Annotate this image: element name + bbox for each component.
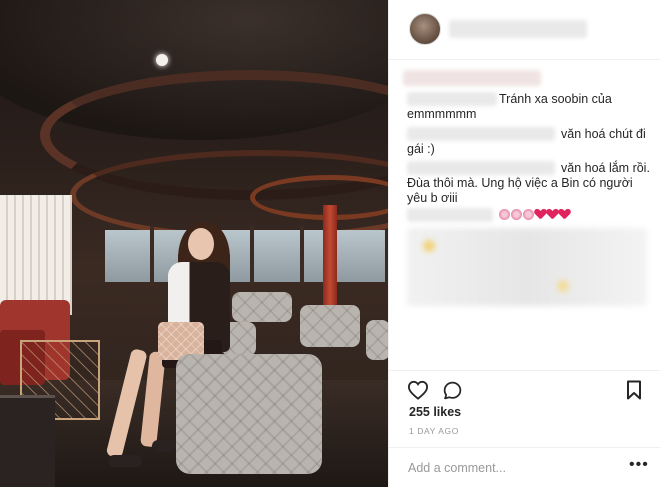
post-timestamp[interactable]: 1 DAY AGO <box>409 426 459 436</box>
post-header <box>389 0 660 60</box>
username-redacted[interactable] <box>449 20 587 38</box>
photo-window <box>105 230 385 282</box>
emoji-icon <box>423 240 435 252</box>
photo-person-face <box>188 228 214 260</box>
comment-author-redacted[interactable] <box>407 127 555 141</box>
flower-icon <box>523 209 534 220</box>
comment-author-redacted[interactable] <box>407 92 497 106</box>
comment-text: văn hoá chút đi <box>561 127 646 141</box>
comment-text: emmmmmm <box>407 107 477 121</box>
photo-person-shoe <box>152 440 176 452</box>
photo-person-shoe <box>108 455 142 467</box>
like-heart-icon[interactable] <box>405 377 431 403</box>
photo-lamp <box>156 54 168 66</box>
avatar[interactable] <box>409 13 441 45</box>
flower-icon <box>499 209 510 220</box>
post-side-panel: Tránh xa soobin của emmmmmm văn hoá chút… <box>388 0 660 487</box>
comment-author-redacted[interactable] <box>407 208 493 222</box>
flower-icon <box>511 209 522 220</box>
comment-text: Đùa thôi mà. Ung hộ việc a Bin có người <box>407 176 633 190</box>
comment-text: văn hoá lắm rồi. <box>561 161 650 175</box>
photo-wall-panel <box>0 195 72 315</box>
add-comment-bar: ••• <box>389 447 660 487</box>
comment-emoji-row <box>499 209 570 220</box>
emoji-icon <box>557 280 569 292</box>
comment-bubble-icon[interactable] <box>439 377 465 403</box>
photo-armchair <box>176 354 322 474</box>
heart-icon <box>559 209 570 220</box>
comment-redacted <box>403 70 541 86</box>
bookmark-icon[interactable] <box>621 377 647 403</box>
photo-window-bar <box>300 226 304 286</box>
more-options-icon[interactable]: ••• <box>629 456 649 474</box>
photo-table <box>0 395 55 487</box>
photo-chair <box>232 292 292 322</box>
heart-icon <box>547 209 558 220</box>
post-photo[interactable] <box>0 0 388 487</box>
heart-icon <box>535 209 546 220</box>
likes-count[interactable]: 255 likes <box>409 405 461 419</box>
photo-chair <box>300 305 360 347</box>
photo-window-bar <box>250 226 254 286</box>
comment-text: gái :) <box>407 142 435 156</box>
comment-author-redacted[interactable] <box>407 161 555 175</box>
comment-list: Tránh xa soobin của emmmmmm văn hoá chút… <box>389 60 660 370</box>
add-comment-input[interactable] <box>408 458 608 478</box>
comment-text: Tránh xa soobin của <box>499 92 612 106</box>
comment-redacted-block <box>407 228 647 306</box>
photo-chair <box>366 320 388 360</box>
photo-window-bar <box>150 226 154 286</box>
comment-text: yêu b ơiii <box>407 191 458 205</box>
